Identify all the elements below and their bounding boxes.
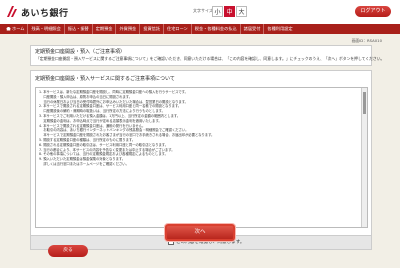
nav-item-settings[interactable]: 各種利用設定 <box>264 24 295 34</box>
terms-body: 1. 本サービスは、新たな定期預金口座を開設し、同時に定期預金口座への預入を行う… <box>39 90 359 167</box>
terms-line: 詳しくは当行窓口またはホームページをご確認ください。 <box>39 161 129 166</box>
logout-button[interactable]: ログアウト <box>355 6 391 17</box>
section-title: 定期預金口座開設・預入サービスに関するご注意事項について <box>35 76 175 82</box>
page-title: 定期預金口座開設・預入（ご注意事項） <box>35 49 126 55</box>
nav-item-balance[interactable]: 残高・明細照会 <box>28 24 65 34</box>
nav-item-tax-payment[interactable]: 税金・各種料金の払込 <box>192 24 241 34</box>
header: あいち銀行 文字サイズ変更 小 中 大 ログアウト <box>0 0 400 24</box>
nav-item-investment-trust[interactable]: 投資信託 <box>140 24 165 34</box>
nav-item-notifications[interactable]: 諸届受付 <box>241 24 265 34</box>
nav-item-transfer[interactable]: 振込・振替 <box>65 24 93 34</box>
home-icon <box>6 26 11 31</box>
nav-item-housing-loan[interactable]: 住宅ローン <box>164 24 192 34</box>
font-size-large-button[interactable]: 大 <box>236 6 247 17</box>
terms-scrollbar[interactable] <box>361 88 367 227</box>
screen-id: 画面ID：RSA010 <box>351 38 382 43</box>
font-size-small-button[interactable]: 小 <box>212 6 223 17</box>
intro-text: 「定期預金口座開設・預入サービスに関するご注意事項について」をご確認いただき、同… <box>36 56 385 61</box>
terms-box[interactable]: 1. 本サービスは、新たな定期預金口座を開設し、同時に定期預金口座への預入を行う… <box>35 87 368 228</box>
nav-item-foreign-deposit[interactable]: 外貨預金 <box>116 24 141 34</box>
back-button[interactable]: 戻る <box>48 245 88 257</box>
font-size-medium-button[interactable]: 中 <box>224 6 235 17</box>
next-button[interactable]: 次へ <box>165 224 235 241</box>
scrollbar-thumb[interactable] <box>363 92 366 114</box>
nav-item-label: ホーム <box>12 26 25 31</box>
bank-logo-icon <box>7 6 17 17</box>
main-nav: ホーム 残高・明細照会 振込・振替 定期預金 外貨預金 投資信託 住宅ローン 税… <box>0 24 400 34</box>
bank-logo-text: あいち銀行 <box>21 9 69 19</box>
nav-item-home[interactable]: ホーム <box>3 24 29 34</box>
nav-item-time-deposit[interactable]: 定期預金 <box>93 24 117 34</box>
terms-section: 定期預金口座開設・預入サービスに関するご注意事項について 1. 本サービスは、新… <box>30 70 372 236</box>
intro-panel: 定期預金口座開設・預入（ご注意事項） 「定期預金口座開設・預入サービスに関するご… <box>30 45 384 66</box>
